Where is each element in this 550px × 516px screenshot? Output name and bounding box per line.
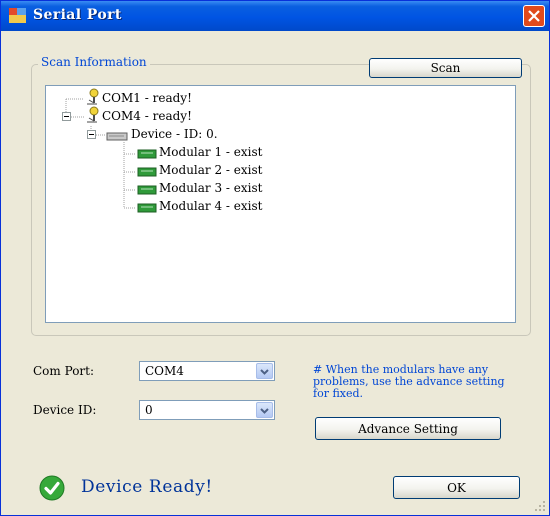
module-icon [137, 167, 157, 177]
close-button[interactable] [523, 5, 545, 27]
com-port-icon [87, 106, 99, 123]
window-title: Serial Port [33, 7, 122, 23]
tree-item-modular-1[interactable]: Modular 1 - exist [159, 145, 262, 159]
module-icon [137, 185, 157, 195]
chevron-down-icon[interactable] [256, 402, 273, 418]
close-icon [528, 10, 540, 22]
status-text: Device Ready! [81, 477, 213, 497]
device-id-select[interactable]: 0 [139, 400, 275, 420]
module-icon [137, 149, 157, 159]
device-id-label: Device ID: [33, 403, 97, 417]
tree-item-com4[interactable]: COM4 - ready! [102, 109, 192, 123]
title-bar[interactable]: Serial Port [1, 1, 549, 31]
device-tree[interactable]: COM1 - ready! COM4 - ready! Device - ID:… [45, 85, 516, 323]
collapse-device-icon[interactable] [87, 130, 96, 139]
tree-item-modular-3[interactable]: Modular 3 - exist [159, 181, 262, 195]
advance-setting-note: # When the modulars have any problems, u… [313, 363, 505, 400]
app-icon [9, 8, 26, 23]
scan-button[interactable]: Scan [369, 58, 522, 78]
resize-grip-icon[interactable] [534, 500, 546, 512]
com-port-value: COM4 [145, 364, 184, 378]
tree-item-modular-2[interactable]: Modular 2 - exist [159, 163, 262, 177]
device-icon [106, 132, 128, 141]
com-port-select[interactable]: COM4 [139, 361, 275, 381]
device-id-value: 0 [145, 403, 153, 417]
com-port-icon [87, 88, 99, 105]
chevron-down-icon[interactable] [256, 363, 273, 379]
collapse-com4-icon[interactable] [62, 112, 71, 121]
serial-port-window: Serial Port Scan Information Scan COM1 -… [0, 0, 550, 516]
tree-item-modular-4[interactable]: Modular 4 - exist [159, 199, 262, 213]
scan-information-label: Scan Information [38, 55, 150, 69]
advance-setting-button[interactable]: Advance Setting [315, 417, 501, 440]
module-icon [137, 203, 157, 213]
ok-button[interactable]: OK [393, 476, 520, 499]
checkmark-icon [39, 475, 65, 501]
tree-item-com1[interactable]: COM1 - ready! [102, 91, 192, 105]
com-port-label: Com Port: [33, 364, 95, 378]
tree-item-device[interactable]: Device - ID: 0. [131, 127, 218, 141]
